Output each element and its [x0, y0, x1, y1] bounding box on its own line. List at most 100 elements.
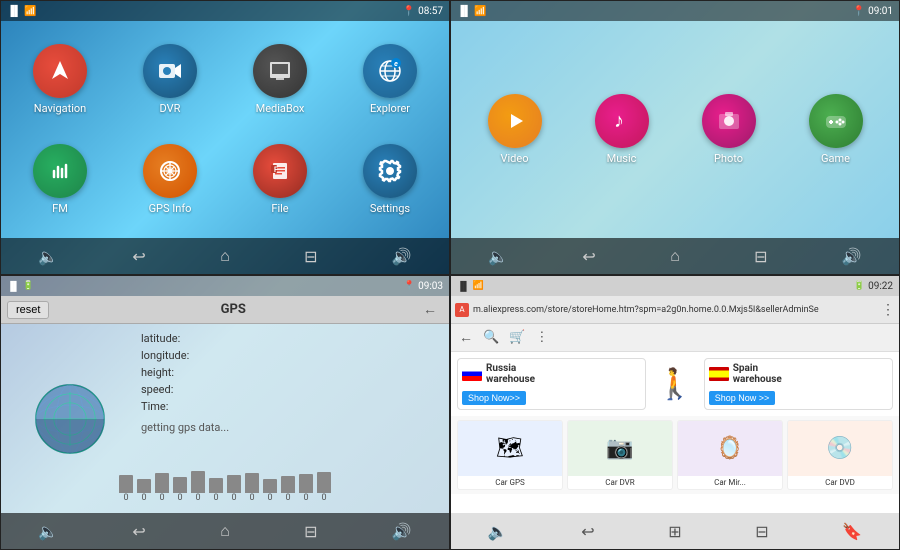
app-grid: Navigation DVR MediaBox	[1, 21, 449, 238]
bar-label-4: 0	[173, 493, 187, 503]
gps-latitude: latitude:	[141, 332, 439, 345]
status-bar-q3: ▐▌ 🔋 📍 09:03	[1, 276, 449, 296]
status-left-q3: ▐▌ 🔋	[7, 281, 34, 292]
gps-toolbar: reset GPS ←	[1, 296, 449, 324]
product-dvd-label: Car DVD	[823, 476, 857, 489]
bar-label-6: 0	[209, 493, 223, 503]
home-btn[interactable]: ⌂	[212, 242, 238, 270]
app-file[interactable]: F File	[253, 144, 307, 215]
media-icon	[253, 44, 307, 98]
bar-1	[119, 475, 133, 493]
browser-back-btn[interactable]: ←	[459, 329, 473, 346]
gps-longitude: longitude:	[141, 349, 439, 362]
back-btn[interactable]: ↩	[124, 243, 153, 270]
russia-shop-btn[interactable]: Shop Now>>	[462, 391, 526, 405]
cart-icon-browser[interactable]: 🛒	[509, 330, 525, 345]
settings-label: Settings	[370, 202, 410, 215]
bar-12	[317, 472, 331, 493]
status-right-icons: 📍 08:57	[403, 6, 443, 17]
svg-text:e: e	[394, 60, 398, 68]
gps-speed: speed:	[141, 383, 439, 396]
file-label: File	[271, 202, 288, 215]
bar-label-9: 0	[263, 493, 277, 503]
bar-label-12: 0	[317, 493, 331, 503]
recents-btn-q4[interactable]: ⊟	[747, 518, 776, 545]
app-fm[interactable]: FM	[33, 144, 87, 215]
game-label: Game	[821, 152, 850, 165]
bar-7	[227, 475, 241, 493]
app-photo[interactable]: Photo	[702, 94, 756, 165]
dvr-icon	[143, 44, 197, 98]
app-mediabox[interactable]: MediaBox	[253, 44, 307, 115]
product-gps[interactable]: 🗺 Car GPS	[457, 420, 563, 490]
volume-up-btn[interactable]: 🔊	[384, 243, 420, 270]
bar-label-10: 0	[281, 493, 295, 503]
spain-card-header: Spainwarehouse	[705, 359, 892, 389]
browser-menu-btn[interactable]: ⋮	[881, 302, 895, 318]
bar-9	[263, 479, 277, 493]
product-dvd[interactable]: 💿 Car DVD	[787, 420, 893, 490]
gpsinfo-icon	[143, 144, 197, 198]
bookmark-btn-q4[interactable]: 🔖	[834, 518, 870, 545]
volume-down-btn-q3[interactable]: 🔈	[30, 518, 66, 545]
app-video[interactable]: Video	[488, 94, 542, 165]
bar-6	[209, 478, 223, 493]
volume-down-btn-q2[interactable]: 🔈	[480, 243, 516, 270]
product-dvr-label: Car DVR	[603, 476, 636, 489]
browser-url[interactable]: m.aliexpress.com/store/storeHome.htm?spm…	[473, 305, 877, 315]
app-dvr[interactable]: DVR	[143, 44, 197, 115]
app-game[interactable]: Game	[809, 94, 863, 165]
volume-up-btn-q2[interactable]: 🔊	[834, 243, 870, 270]
recents-btn-q2[interactable]: ⊟	[746, 243, 775, 270]
explorer-icon: e	[363, 44, 417, 98]
gps-back-button[interactable]: ←	[417, 299, 443, 320]
bar-4	[173, 477, 187, 493]
back-btn-q2[interactable]: ↩	[574, 243, 603, 270]
russia-card-header: Russiawarehouse	[458, 359, 645, 389]
browser-nav-bar: ← 🔍 🛒 ⋮	[451, 324, 899, 352]
product-dvr[interactable]: 📷 Car DVR	[567, 420, 673, 490]
back-btn-q4[interactable]: ↩	[573, 518, 602, 545]
app-music[interactable]: ♪ Music	[595, 94, 649, 165]
gps-reset-button[interactable]: reset	[7, 301, 49, 319]
svg-text:♪: ♪	[614, 108, 624, 132]
time-q2: 09:01	[868, 6, 893, 17]
photo-icon-circle	[702, 94, 756, 148]
product-mirror-img: 🪞	[678, 421, 782, 476]
more-icon-browser[interactable]: ⋮	[535, 330, 548, 345]
signal-icon: ▐▌	[7, 6, 21, 17]
app-explorer[interactable]: e Explorer	[363, 44, 417, 115]
app-settings[interactable]: Settings	[363, 144, 417, 215]
product-mirror[interactable]: 🪞 Car Mir...	[677, 420, 783, 490]
home-btn-q2[interactable]: ⌂	[662, 242, 688, 270]
browser-favicon: A	[455, 303, 469, 317]
time-q4: 09:22	[868, 281, 893, 292]
nav-bar-q3: 🔈 ↩ ⌂ ⊟ 🔊	[1, 513, 449, 549]
gps-pin-q2: 📍	[853, 6, 865, 17]
svg-text:F: F	[274, 166, 278, 174]
app-gpsinfo[interactable]: GPS Info	[143, 144, 197, 215]
recents-btn[interactable]: ⊟	[296, 243, 325, 270]
nav-bar-q4: 🔈 ↩ ⊞ ⊟ 🔖	[451, 513, 899, 549]
home-btn-q3[interactable]: ⌂	[212, 517, 238, 545]
bar-2	[137, 479, 151, 493]
wifi-icon: 📶	[24, 6, 36, 17]
spain-warehouse-card: Spainwarehouse Shop Now >>	[704, 358, 893, 410]
russia-flag	[462, 367, 482, 381]
volume-down-btn[interactable]: 🔈	[30, 243, 66, 270]
product-gps-label: Car GPS	[493, 476, 527, 489]
media-app-grid: Video ♪ Music Photo	[451, 21, 899, 238]
app-navigation[interactable]: Navigation	[33, 44, 87, 115]
recents-btn-q3[interactable]: ⊟	[296, 518, 325, 545]
settings-icon	[363, 144, 417, 198]
search-icon-browser[interactable]: 🔍	[483, 330, 499, 345]
back-btn-q3[interactable]: ↩	[124, 518, 153, 545]
nav-bar-q1: 🔈 ↩ ⌂ ⊟ 🔊	[1, 238, 449, 274]
volume-down-btn-q4[interactable]: 🔈	[480, 518, 516, 545]
product-dvd-img: 💿	[788, 421, 892, 476]
home-btn-q4[interactable]: ⊞	[660, 518, 689, 545]
spain-shop-btn[interactable]: Shop Now >>	[709, 391, 776, 405]
volume-up-btn-q3[interactable]: 🔊	[384, 518, 420, 545]
status-right-q3: 📍 09:03	[404, 281, 443, 292]
nav-label: Navigation	[34, 102, 87, 115]
